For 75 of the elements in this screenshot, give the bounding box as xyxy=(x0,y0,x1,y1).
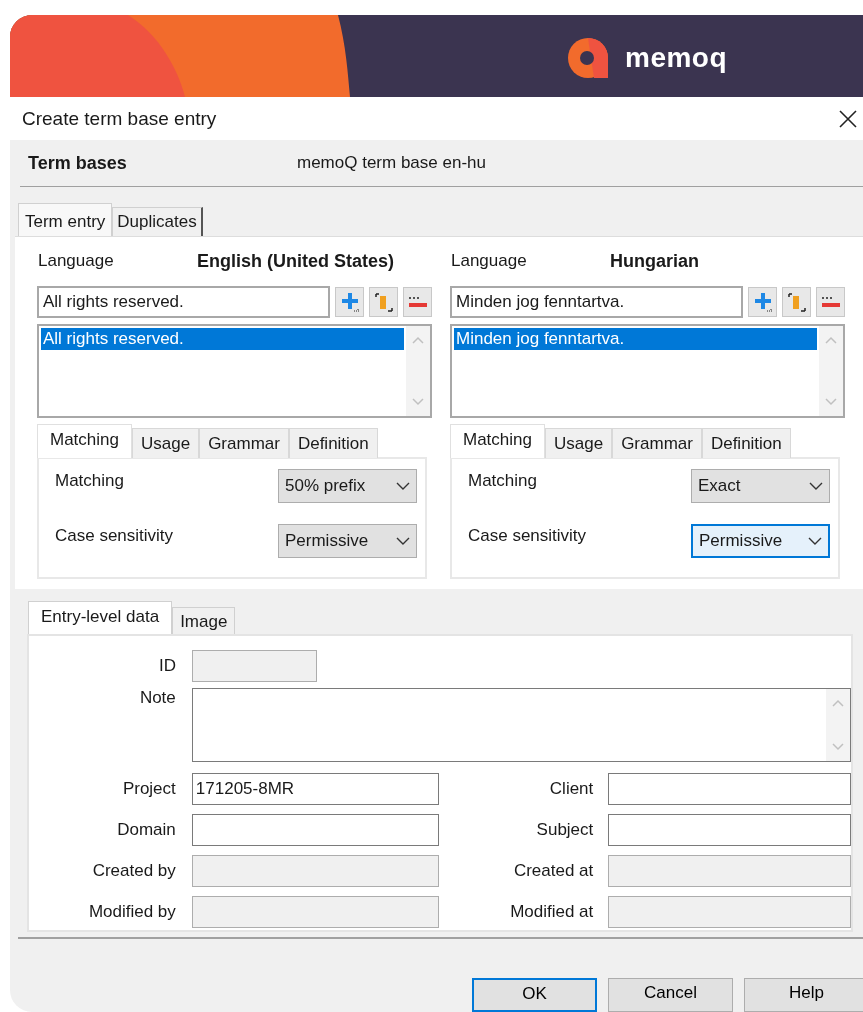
language-label: Language xyxy=(451,251,528,271)
field-label: Subject xyxy=(535,819,595,840)
dialog-button[interactable]: Cancel xyxy=(608,978,733,1012)
tab[interactable]: Usage xyxy=(132,428,200,458)
field-label: Created by xyxy=(91,860,177,881)
field-label: Project xyxy=(121,778,177,799)
close-icon[interactable] xyxy=(839,109,857,128)
language-name: English (United States) xyxy=(197,250,394,272)
field-label: Domain xyxy=(116,819,177,840)
edit-button[interactable] xyxy=(369,287,399,317)
minus-icon xyxy=(407,296,428,308)
tab[interactable]: Term entry xyxy=(18,203,113,236)
dialog-button[interactable]: OK xyxy=(472,978,597,1012)
dialog-button[interactable]: Help xyxy=(744,978,863,1012)
chevron-down-icon xyxy=(832,743,844,751)
field-label: Created at xyxy=(512,860,595,881)
dropdown[interactable]: Permissive xyxy=(691,524,830,558)
tab[interactable]: Image xyxy=(172,607,236,635)
scrollbar[interactable] xyxy=(406,326,430,416)
field-label: Modified at xyxy=(509,901,595,922)
term-item[interactable]: Minden jog fenntartva. xyxy=(454,328,817,350)
chevron-down-icon xyxy=(825,398,837,406)
tab[interactable]: Matching xyxy=(450,424,545,458)
remove-button[interactable] xyxy=(816,287,845,317)
caret-icon xyxy=(809,482,823,490)
dropdown[interactable]: Exact xyxy=(691,469,830,503)
term-input[interactable]: All rights reserved. xyxy=(37,286,331,318)
language-label: Language xyxy=(38,251,115,271)
chevron-down-icon xyxy=(412,398,424,406)
dropdown[interactable]: 50% prefix xyxy=(278,469,417,503)
add-button[interactable] xyxy=(335,287,365,317)
setting-label: Case sensitivity xyxy=(468,525,587,547)
tab[interactable]: Grammar xyxy=(199,428,289,458)
setting-label: Matching xyxy=(468,470,537,492)
chevron-up-icon xyxy=(825,336,837,344)
term-bases-label: Term bases xyxy=(27,152,128,174)
tab[interactable]: Entry-level data xyxy=(28,601,173,635)
edit-button[interactable] xyxy=(782,287,812,317)
text-field[interactable] xyxy=(608,772,851,805)
tab[interactable]: Usage xyxy=(545,428,613,458)
tab[interactable]: Definition xyxy=(288,428,378,458)
tab[interactable]: Duplicates xyxy=(112,207,203,236)
tab[interactable]: Definition xyxy=(701,428,791,458)
caret-icon xyxy=(808,537,822,545)
note-field[interactable] xyxy=(191,688,851,762)
scrollbar[interactable] xyxy=(826,689,850,761)
window-title: Create term base entry xyxy=(22,107,218,130)
tab[interactable]: Grammar xyxy=(612,428,702,458)
field-label: Note xyxy=(138,688,177,708)
setting-label: Matching xyxy=(55,470,124,492)
chevron-up-icon xyxy=(832,699,844,707)
text-field[interactable] xyxy=(191,813,439,846)
caret-icon xyxy=(396,537,410,545)
add-button[interactable] xyxy=(748,287,778,317)
setting-label: Case sensitivity xyxy=(55,525,174,547)
term-input[interactable]: Minden jog fenntartva. xyxy=(450,286,744,318)
logo-icon xyxy=(565,35,611,81)
logo-text: memoq xyxy=(625,42,728,74)
term-base-name: memoQ term base en-hu xyxy=(297,153,486,173)
field-label: Modified by xyxy=(87,901,177,922)
tab[interactable]: Matching xyxy=(37,424,132,458)
language-name: Hungarian xyxy=(610,250,699,272)
remove-button[interactable] xyxy=(403,287,432,317)
edit-icon xyxy=(372,291,395,313)
text-field[interactable]: 171205-8MR xyxy=(191,772,439,805)
scrollbar[interactable] xyxy=(819,326,843,416)
term-item[interactable]: All rights reserved. xyxy=(41,328,404,350)
dropdown[interactable]: Permissive xyxy=(278,524,417,558)
field-label: Client xyxy=(548,778,595,799)
field-label: ID xyxy=(158,655,177,676)
caret-icon xyxy=(396,482,410,490)
minus-icon xyxy=(820,296,841,308)
edit-icon xyxy=(785,291,808,313)
text-field[interactable] xyxy=(608,813,851,846)
chevron-up-icon xyxy=(412,336,424,344)
